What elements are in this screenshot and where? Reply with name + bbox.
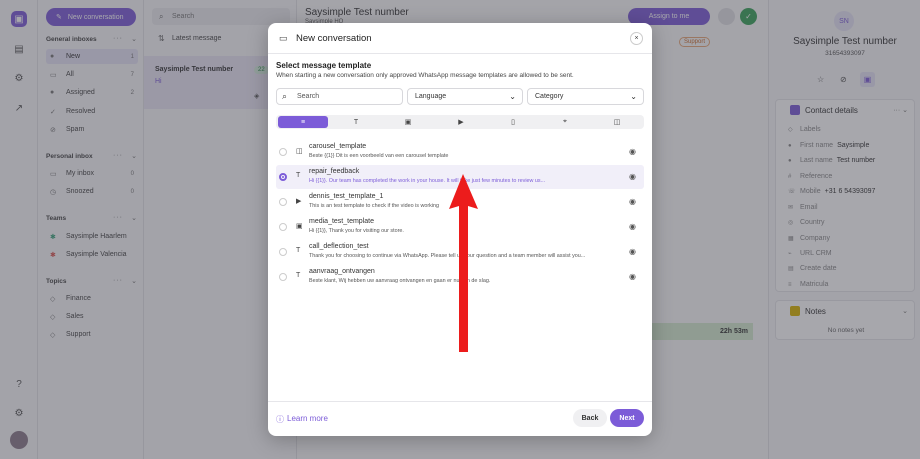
annotation-arrow-shape [449, 174, 478, 352]
annotation-arrow [449, 174, 478, 352]
